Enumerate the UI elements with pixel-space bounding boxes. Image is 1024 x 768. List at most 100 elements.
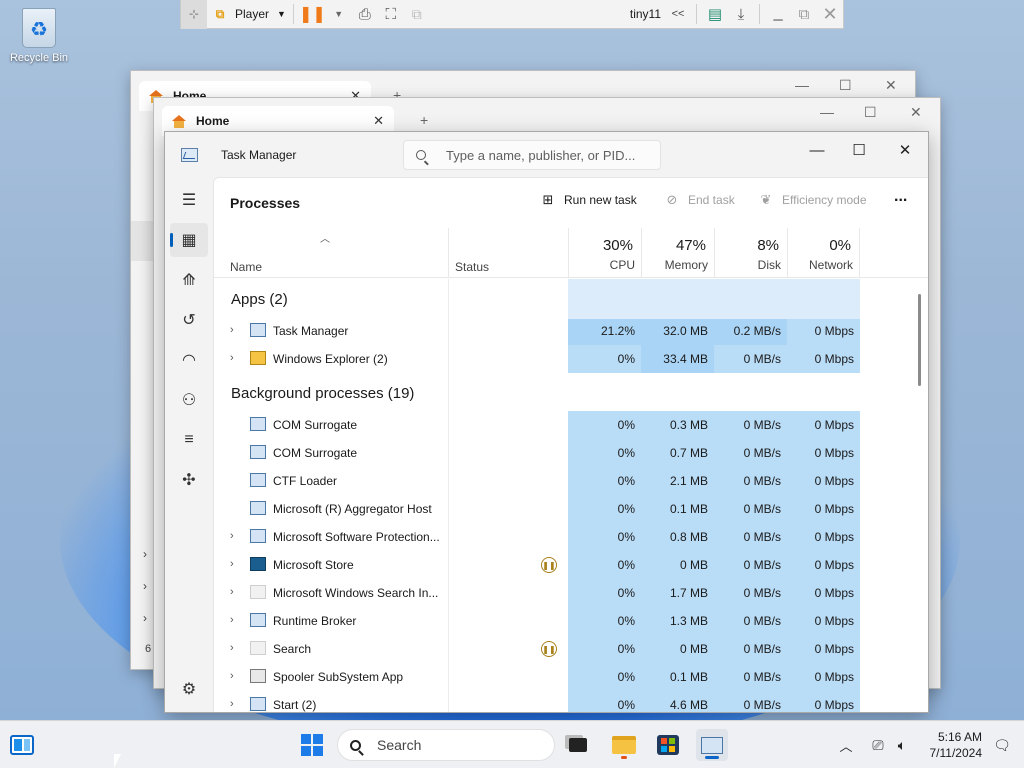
expand-chevron-icon[interactable]: ›	[230, 558, 234, 570]
maximize-button[interactable]: ☐	[836, 136, 882, 164]
sidebar-item-details[interactable]: ≡	[170, 423, 208, 457]
minimize-icon[interactable]: ▁	[765, 0, 791, 29]
disk-value: 0 MB/s	[743, 614, 781, 628]
group-header-background[interactable]: Background processes (19)	[231, 385, 414, 402]
table-row[interactable]: COM Surrogate 0% 0.7 MB 0 MB/s 0 Mbps	[214, 439, 914, 467]
column-header-network[interactable]: 0% Network	[787, 228, 860, 277]
expand-icon[interactable]: ›	[143, 547, 147, 561]
group-header-apps[interactable]: Apps (2)	[231, 291, 288, 308]
end-task-button[interactable]: ⊘ End task	[664, 192, 735, 208]
collapse-toolbar-button[interactable]: <<	[665, 0, 691, 29]
microsoft-store-icon[interactable]	[652, 729, 684, 761]
table-row[interactable]: › Microsoft Software Protection... 0% 0.8 M…	[214, 523, 914, 551]
column-header-name[interactable]: Name	[214, 228, 448, 277]
close-tab-icon[interactable]: ✕	[373, 113, 384, 129]
memory-value: 32.0 MB	[663, 324, 708, 338]
minimize-button[interactable]: —	[794, 136, 840, 164]
widgets-icon[interactable]	[6, 729, 38, 761]
expand-chevron-icon[interactable]: ›	[230, 698, 234, 710]
taskbar-search-label: Search	[377, 737, 422, 753]
table-row[interactable]: › Windows Explorer (2) 0% 33.4 MB 0 MB/s 0 Mb…	[214, 345, 914, 373]
expand-icon[interactable]: ›	[143, 579, 147, 593]
column-header-status[interactable]: Status	[448, 228, 568, 277]
hamburger-menu-icon[interactable]: ☰	[170, 183, 208, 217]
cpu-value: 0%	[617, 586, 635, 600]
fullscreen-icon[interactable]: ⛶	[378, 0, 404, 29]
sidebar-item-users[interactable]: ⚇	[170, 383, 208, 417]
column-header-cpu[interactable]: 30% CPU	[568, 228, 641, 277]
expand-chevron-icon[interactable]: ›	[230, 352, 234, 364]
expand-chevron-icon[interactable]: ›	[230, 670, 234, 682]
taskbar-search-box[interactable]: Search	[337, 729, 555, 761]
column-header-memory[interactable]: 47% Memory	[641, 228, 714, 277]
download-icon[interactable]: ⤓	[728, 0, 754, 29]
player-menu-button[interactable]: Player ▼	[233, 0, 288, 29]
cpu-value: 0%	[617, 698, 635, 712]
minimize-icon[interactable]: —	[820, 104, 834, 120]
volume-icon[interactable]: 🔈︎	[886, 729, 918, 761]
maximize-icon[interactable]: ☐	[864, 104, 877, 121]
restore-icon[interactable]: ⧉	[791, 0, 817, 29]
store-icon	[250, 557, 266, 571]
expand-chevron-icon[interactable]: ›	[230, 614, 234, 626]
vertical-scrollbar[interactable]	[918, 294, 921, 386]
expand-chevron-icon[interactable]: ›	[230, 530, 234, 542]
close-icon[interactable]: ✕	[910, 104, 922, 121]
sidebar-item-processes[interactable]: ▦	[170, 223, 208, 257]
start-button[interactable]	[296, 729, 328, 761]
clock[interactable]: 5:16 AM 7/11/2024	[930, 729, 983, 761]
expand-chevron-icon[interactable]: ›	[230, 586, 234, 598]
task-view-icon[interactable]	[562, 729, 594, 761]
network-value: 0 Mbps	[814, 418, 854, 432]
notification-bell-icon[interactable]: 🗨︎	[986, 729, 1018, 761]
sidebar-item-performance[interactable]: ⟰	[170, 263, 208, 297]
pause-icon[interactable]: ❚❚	[299, 0, 326, 29]
notes-icon[interactable]: ▤	[702, 0, 728, 29]
recycle-bin[interactable]: Recycle Bin	[6, 8, 72, 64]
expand-icon[interactable]: ›	[143, 611, 147, 625]
table-row[interactable]: › Microsoft Windows Search In... 0% 1.7 MB 0…	[214, 579, 914, 607]
maximize-icon[interactable]: ☐	[839, 77, 852, 94]
table-row[interactable]: COM Surrogate 0% 0.3 MB 0 MB/s 0 Mbps	[214, 411, 914, 439]
table-row[interactable]: › Spooler SubSystem App 0% 0.1 MB 0 MB/s 0 Mb…	[214, 663, 914, 691]
table-row[interactable]: Microsoft (R) Aggregator Host 0% 0.1 MB 0 M…	[214, 495, 914, 523]
process-name: CTF Loader	[273, 474, 338, 488]
expand-chevron-icon[interactable]: ›	[230, 324, 234, 336]
efficiency-mode-button[interactable]: ❦ Efficiency mode	[758, 192, 867, 208]
table-row[interactable]: › Search ❚❚ 0% 0 MB 0 MB/s 0 Mbps	[214, 635, 914, 663]
task-manager-taskbar-icon[interactable]	[696, 729, 728, 761]
sidebar-item-settings[interactable]: ⚙	[170, 672, 208, 706]
sidebar-item-app-history[interactable]: ↺	[170, 303, 208, 337]
search-input[interactable]: Type a name, publisher, or PID...	[403, 140, 661, 170]
minimize-icon[interactable]: —	[795, 77, 809, 93]
gear-icon: ⚙	[181, 681, 197, 698]
cpu-value: 0%	[617, 502, 635, 516]
run-new-task-button[interactable]: ⊞ Run new task	[540, 192, 637, 208]
column-header-disk[interactable]: 8% Disk	[714, 228, 787, 277]
close-icon[interactable]: ✕	[885, 77, 897, 94]
unity-icon[interactable]: ⧉	[404, 0, 430, 29]
sidebar-item-services[interactable]: ✣	[170, 463, 208, 497]
file-explorer-taskbar-icon[interactable]	[608, 729, 640, 761]
chevron-up-icon[interactable]: ︿	[830, 729, 862, 761]
pause-dropdown-icon[interactable]: ▼	[326, 0, 352, 29]
close-button[interactable]: ✕	[882, 136, 928, 164]
table-row[interactable]: CTF Loader 0% 2.1 MB 0 MB/s 0 Mbps	[214, 467, 914, 495]
table-row[interactable]: › Microsoft Store ❚❚ 0% 0 MB 0 MB/s 0 Mbps	[214, 551, 914, 579]
more-options-button[interactable]: ...	[894, 188, 907, 206]
run-new-task-label: Run new task	[564, 193, 637, 207]
close-icon[interactable]: ✕	[817, 0, 843, 29]
new-tab-button[interactable]: +	[420, 112, 428, 128]
send-keys-icon[interactable]: ⎙	[352, 0, 378, 29]
table-row[interactable]: › Task Manager 21.2% 32.0 MB 0.2 MB/s 0 Mbps	[214, 317, 914, 345]
table-row[interactable]: › Runtime Broker 0% 1.3 MB 0 MB/s 0 Mbps	[214, 607, 914, 635]
users-icon: ⚇	[181, 392, 197, 409]
performance-icon: ⟰	[182, 272, 196, 289]
process-icon	[250, 529, 266, 543]
task-manager-window[interactable]: Task Manager Type a name, publisher, or …	[164, 131, 929, 713]
table-row[interactable]: › Start (2) 0% 4.6 MB 0 MB/s 0 Mbps	[214, 691, 914, 712]
pin-icon[interactable]: ⊹	[181, 0, 207, 29]
expand-chevron-icon[interactable]: ›	[230, 642, 234, 654]
sidebar-item-startup-apps[interactable]: ◠	[170, 343, 208, 377]
printer-icon	[250, 669, 266, 683]
